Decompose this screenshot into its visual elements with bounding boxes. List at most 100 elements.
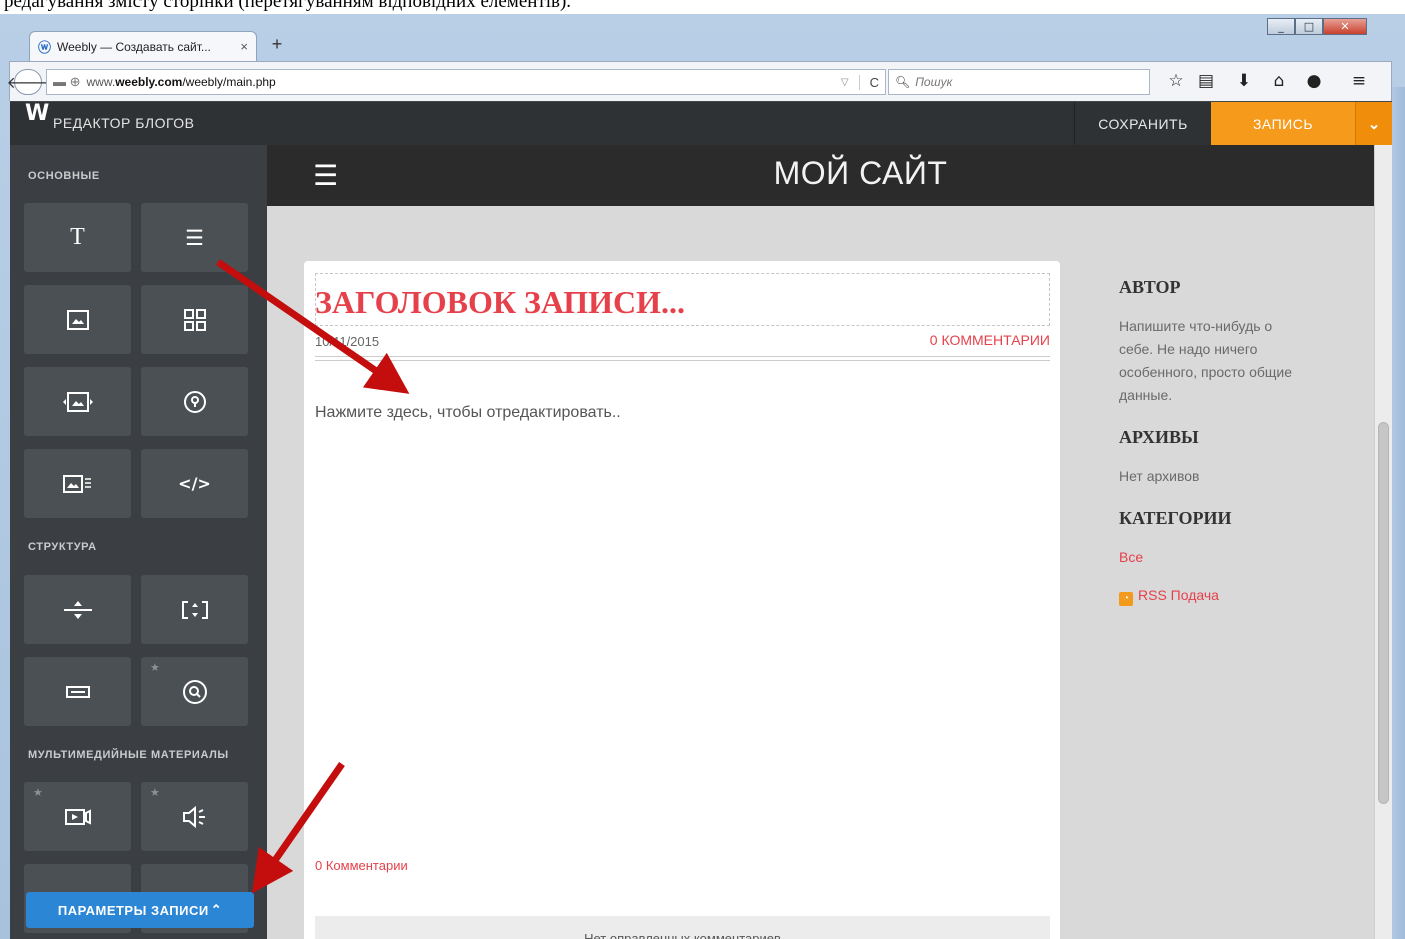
url-prefix: www. xyxy=(86,75,116,89)
premium-star-icon: ★ xyxy=(150,786,160,799)
category-all-link[interactable]: Все xyxy=(1119,549,1143,565)
spacer-element-tile[interactable] xyxy=(141,575,248,644)
post-settings-button[interactable]: ПАРАМЕТРЫ ЗАПИСИ ⌃ xyxy=(26,892,254,928)
chevron-up-icon: ⌃ xyxy=(210,902,223,917)
rss-feed-link[interactable]: ◔ RSS Подача xyxy=(1119,587,1219,606)
search-input[interactable]: 🔍︎ Пошук xyxy=(888,69,1150,95)
audio-element-tile[interactable]: ★ xyxy=(141,782,248,851)
weebly-logo: W xyxy=(25,101,50,126)
gallery-element-tile[interactable] xyxy=(141,285,248,354)
minimize-button[interactable]: _ xyxy=(1267,18,1295,35)
document-text: редагування змісту сторінки (перетягуван… xyxy=(4,0,572,12)
comments-link[interactable]: 0 Комментарии xyxy=(315,858,408,873)
author-text: Напишите что-нибудь о себе. Не надо ниче… xyxy=(1119,318,1293,403)
section-structure-heading: СТРУКТУРА xyxy=(28,541,97,553)
image-element-tile[interactable] xyxy=(24,285,131,354)
map-element-tile[interactable] xyxy=(141,367,248,436)
button-icon xyxy=(65,685,90,698)
editor-title: РЕДАКТОР БЛОГОВ xyxy=(53,115,195,131)
url-domain: weebly.com xyxy=(115,75,183,89)
site-preview: ☰ МОЙ САЙТ ЗАГОЛОВОК ЗАПИСИ... 10/11/201… xyxy=(267,145,1374,939)
publish-dropdown-button[interactable]: ⌄ xyxy=(1355,102,1392,146)
url-history-dropdown-icon[interactable]: ▽ xyxy=(841,77,849,88)
close-window-button[interactable]: ✕ xyxy=(1323,18,1367,35)
elements-sidebar: ОСНОВНЫЕ T ☰ </> СТРУКТУРА ★ МУЛЬТИМЕДИЙ… xyxy=(10,145,267,939)
button-element-tile[interactable] xyxy=(24,657,131,726)
search-element-tile[interactable]: ★ xyxy=(141,657,248,726)
maximize-button[interactable]: □ xyxy=(1295,18,1323,35)
image-icon xyxy=(66,309,89,330)
window-controls: _ □ ✕ xyxy=(1267,18,1367,35)
home-icon[interactable]: ⌂ xyxy=(1267,71,1291,91)
slideshow-element-tile[interactable] xyxy=(24,367,131,436)
divider-element-tile[interactable] xyxy=(24,575,131,644)
window-right-border xyxy=(1392,87,1405,939)
text-icon: ☰ xyxy=(185,225,204,250)
editor-header: W РЕДАКТОР БЛОГОВ СОХРАНИТЬ ЗАПИСЬ ⌄ xyxy=(10,101,1392,146)
title-icon: T xyxy=(70,224,85,250)
audio-icon xyxy=(182,805,205,828)
address-bar[interactable]: ▬ ⊕ www.weebly.com/weebly/main.php ▽ C xyxy=(46,69,886,95)
reading-list-icon[interactable]: ▤ xyxy=(1194,71,1218,91)
browser-tab[interactable]: ⓦ Weebly — Создавать сайт... × xyxy=(29,31,257,61)
comments-count-link[interactable]: 0 КОММЕНТАРИИ xyxy=(930,332,1050,348)
post-title: ЗАГОЛОВОК ЗАПИСИ... xyxy=(315,284,686,320)
code-icon: </> xyxy=(178,474,211,493)
image-text-icon xyxy=(62,474,91,493)
back-arrow-icon: 🡐 xyxy=(6,74,50,92)
tab-title: Weebly — Создавать сайт... xyxy=(57,39,211,54)
new-tab-button[interactable]: + xyxy=(266,34,288,56)
chat-icon[interactable]: ● xyxy=(1302,71,1326,91)
publish-post-button[interactable]: ЗАПИСЬ xyxy=(1211,102,1355,146)
save-button[interactable]: СОХРАНИТЬ xyxy=(1074,102,1211,146)
image-text-element-tile[interactable] xyxy=(24,449,131,518)
search-icon: 🔍︎ xyxy=(895,75,911,89)
post-divider xyxy=(315,356,1050,361)
star-icon[interactable]: ☆ xyxy=(1164,71,1188,91)
search-placeholder: Пошук xyxy=(915,75,953,89)
chevron-down-icon: ⌄ xyxy=(1367,116,1381,133)
video-icon xyxy=(64,808,91,825)
embed-code-element-tile[interactable]: </> xyxy=(141,449,248,518)
site-title[interactable]: МОЙ САЙТ xyxy=(267,155,1374,192)
premium-star-icon: ★ xyxy=(150,661,160,674)
back-button[interactable]: 🡐 xyxy=(7,69,49,95)
rss-icon: ◔ xyxy=(1119,592,1133,606)
post-title-field[interactable]: ЗАГОЛОВОК ЗАПИСИ... xyxy=(315,273,1050,326)
title-element-tile[interactable]: T xyxy=(24,203,131,272)
gallery-icon xyxy=(183,308,206,331)
navigation-toolbar: 🡐 ▬ ⊕ www.weebly.com/weebly/main.php ▽ C… xyxy=(7,61,1392,101)
post-date: 10/11/2015 xyxy=(315,334,380,349)
weebly-favicon-icon: ⓦ xyxy=(38,40,52,55)
section-basic-heading: ОСНОВНЫЕ xyxy=(28,170,100,182)
url-text: www.weebly.com/weebly/main.php xyxy=(87,75,841,89)
map-pin-icon xyxy=(183,390,206,413)
blog-post-card: ЗАГОЛОВОК ЗАПИСИ... 10/11/2015 0 КОММЕНТ… xyxy=(304,261,1060,939)
reload-icon[interactable]: C xyxy=(858,74,879,90)
site-header: ☰ МОЙ САЙТ xyxy=(267,145,1374,206)
post-settings-label: ПАРАМЕТРЫ ЗАПИСИ xyxy=(57,902,209,918)
document-heading-fragment: редагування змісту сторінки (перетягуван… xyxy=(0,0,1405,14)
author-heading: АВТОР xyxy=(1119,277,1181,297)
spacer-icon xyxy=(181,600,208,619)
post-body-placeholder[interactable]: Нажмите здесь, чтобы отредактировать.. xyxy=(315,404,621,422)
video-element-tile[interactable]: ★ xyxy=(24,782,131,851)
archives-text: Нет архивов xyxy=(1119,468,1200,484)
section-media-heading: МУЛЬТИМЕДИЙНЫЕ МАТЕРИАЛЫ xyxy=(28,749,229,761)
menu-icon[interactable]: ≡ xyxy=(1347,71,1371,91)
categories-heading: КАТЕГОРИИ xyxy=(1119,508,1232,528)
download-icon[interactable]: ⬇ xyxy=(1232,71,1256,91)
vertical-scrollbar[interactable] xyxy=(1374,145,1392,939)
url-path: /weebly/main.php xyxy=(182,75,276,89)
scrollbar-thumb[interactable] xyxy=(1378,422,1389,804)
tab-close-icon[interactable]: × xyxy=(240,39,248,54)
search-box-icon xyxy=(182,679,207,704)
rss-label: RSS Подача xyxy=(1138,587,1219,603)
site-identity-icon: ▬ ⊕ xyxy=(53,74,81,89)
archives-heading: АРХИВЫ xyxy=(1119,427,1199,447)
no-comments-notice: Нет оправленных комментариев xyxy=(315,916,1050,939)
divider-icon xyxy=(63,600,92,619)
slideshow-icon xyxy=(62,391,93,412)
text-element-tile[interactable]: ☰ xyxy=(141,203,248,272)
premium-star-icon: ★ xyxy=(33,786,43,799)
